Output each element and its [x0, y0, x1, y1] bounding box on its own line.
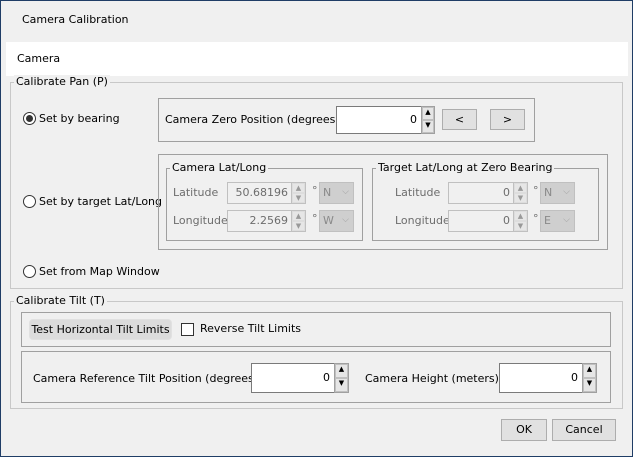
- ok-button[interactable]: OK: [501, 419, 547, 441]
- chevron-down-icon: ⌵: [342, 187, 349, 197]
- degree-symbol: °: [533, 184, 539, 197]
- target-lat-dir-select[interactable]: N ⌵: [540, 182, 575, 204]
- chevron-down-icon: ⌵: [342, 215, 349, 225]
- spin-up-icon[interactable]: ▲: [514, 183, 527, 193]
- degree-symbol: °: [312, 184, 318, 197]
- camera-latlong-legend: Camera Lat/Long: [170, 161, 269, 174]
- camera-lon-input[interactable]: 2.2569: [227, 210, 292, 232]
- spin-down-icon[interactable]: ▼: [292, 193, 305, 203]
- radio-set-from-map[interactable]: [23, 265, 36, 278]
- window-title: Camera Calibration: [22, 13, 129, 26]
- spin-up-icon[interactable]: ▲: [292, 211, 305, 221]
- camera-height-label: Camera Height (meters) :: [365, 372, 507, 385]
- target-lon-label: Longitude: [395, 214, 450, 227]
- chevron-down-icon: ⌵: [563, 187, 570, 197]
- reference-tilt-input[interactable]: 0: [251, 363, 335, 393]
- camera-lon-dir-select[interactable]: W ⌵: [319, 210, 354, 232]
- camera-lat-input[interactable]: 50.68196: [227, 182, 292, 204]
- cancel-button[interactable]: Cancel: [552, 419, 616, 441]
- camera-lat-label: Latitude: [173, 186, 219, 199]
- spin-down-icon[interactable]: ▼: [583, 378, 596, 392]
- prev-button[interactable]: <: [442, 109, 477, 130]
- reference-tilt-spinner[interactable]: ▲ ▼: [334, 363, 349, 393]
- set-from-map-label: Set from Map Window: [39, 265, 160, 278]
- camera-lon-spinner[interactable]: ▲ ▼: [291, 210, 306, 232]
- test-horizontal-tilt-button[interactable]: Test Horizontal Tilt Limits: [29, 319, 172, 340]
- spin-up-icon[interactable]: ▲: [583, 364, 596, 378]
- spin-up-icon[interactable]: ▲: [335, 364, 348, 378]
- spin-up-icon[interactable]: ▲: [514, 211, 527, 221]
- camera-lat-spinner[interactable]: ▲ ▼: [291, 182, 306, 204]
- zero-position-label: Camera Zero Position (degrees) :: [165, 113, 347, 126]
- camera-lon-dir-value: W: [323, 214, 334, 227]
- calibrate-tilt-legend: Calibrate Tilt (T): [14, 294, 107, 307]
- target-lon-dir-select[interactable]: E ⌵: [540, 210, 575, 232]
- degree-symbol: °: [533, 212, 539, 225]
- target-lon-input[interactable]: 0: [448, 210, 514, 232]
- zero-position-input[interactable]: 0: [336, 106, 422, 134]
- camera-height-spinner[interactable]: ▲ ▼: [582, 363, 597, 393]
- spin-down-icon[interactable]: ▼: [335, 378, 348, 392]
- zero-position-spinner[interactable]: ▲ ▼: [421, 106, 435, 134]
- camera-height-input[interactable]: 0: [499, 363, 583, 393]
- reference-tilt-label: Camera Reference Tilt Position (degrees)…: [33, 372, 266, 385]
- target-lon-dir-value: E: [544, 214, 551, 227]
- header-band: Camera: [6, 42, 628, 76]
- target-lat-dir-value: N: [544, 186, 553, 199]
- target-lat-input[interactable]: 0: [448, 182, 514, 204]
- camera-calibration-dialog: Camera Calibration Camera Calibrate Pan …: [0, 0, 633, 457]
- chevron-down-icon: ⌵: [563, 215, 570, 225]
- radio-set-by-target[interactable]: [23, 195, 36, 208]
- set-by-bearing-label: Set by bearing: [39, 112, 120, 125]
- target-lat-spinner[interactable]: ▲ ▼: [513, 182, 528, 204]
- spin-up-icon[interactable]: ▲: [422, 107, 434, 120]
- header-label: Camera: [17, 52, 61, 65]
- target-latlong-legend: Target Lat/Long at Zero Bearing: [376, 161, 555, 174]
- spin-up-icon[interactable]: ▲: [292, 183, 305, 193]
- next-button[interactable]: >: [490, 109, 525, 130]
- camera-lon-label: Longitude: [173, 214, 228, 227]
- target-lon-spinner[interactable]: ▲ ▼: [513, 210, 528, 232]
- reverse-tilt-checkbox[interactable]: [181, 323, 194, 336]
- degree-symbol: °: [312, 212, 318, 225]
- spin-down-icon[interactable]: ▼: [292, 221, 305, 231]
- reverse-tilt-label: Reverse Tilt Limits: [200, 322, 302, 335]
- camera-lat-dir-select[interactable]: N ⌵: [319, 182, 354, 204]
- radio-set-by-bearing[interactable]: [23, 112, 36, 125]
- calibrate-pan-legend: Calibrate Pan (P): [14, 75, 110, 88]
- set-by-target-label: Set by target Lat/Long: [39, 195, 162, 208]
- camera-lat-dir-value: N: [323, 186, 332, 199]
- spin-down-icon[interactable]: ▼: [514, 221, 527, 231]
- target-lat-label: Latitude: [395, 186, 441, 199]
- spin-down-icon[interactable]: ▼: [422, 120, 434, 133]
- spin-down-icon[interactable]: ▼: [514, 193, 527, 203]
